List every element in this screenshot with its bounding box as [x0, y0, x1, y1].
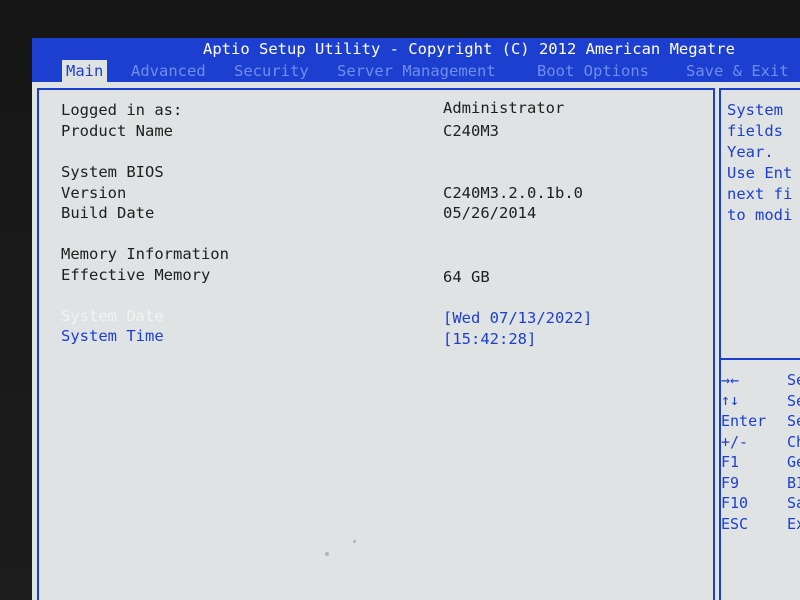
logged-in-label: Logged in as:: [61, 101, 183, 119]
key-enter: Enter: [721, 412, 767, 430]
key-f9: F9: [721, 474, 740, 492]
screen-smudge: [325, 552, 329, 556]
tab-advanced[interactable]: Advanced: [127, 60, 210, 82]
tab-save-exit[interactable]: Save & Exit: [682, 60, 793, 82]
version-value: C240M3.2.0.1b.0: [443, 184, 583, 202]
key-desc: Se: [787, 371, 800, 389]
tab-boot-options[interactable]: Boot Options: [533, 60, 653, 82]
key-f1: F1: [721, 453, 740, 471]
key-desc: Ge: [787, 453, 800, 471]
main-settings-panel: Logged in as: Administrator Product Name…: [37, 88, 715, 600]
effective-memory-label: Effective Memory: [61, 266, 211, 284]
arrow-left-right-icon: →←: [721, 371, 740, 389]
key-desc: Se: [787, 412, 800, 430]
help-line: next fi: [727, 185, 793, 203]
memory-information-heading: Memory Information: [61, 245, 229, 263]
version-label: Version: [61, 184, 127, 202]
help-line: Use Ent: [727, 164, 793, 182]
title-text: Aptio Setup Utility - Copyright (C) 2012…: [203, 40, 735, 58]
effective-memory-value: 64 GB: [443, 268, 490, 286]
system-date-label[interactable]: System Date: [61, 306, 164, 326]
help-panel: System fields Year. Use Ent next fi to m…: [719, 88, 800, 600]
help-line: Year.: [727, 143, 774, 161]
arrow-up-down-icon: ↑↓: [721, 391, 740, 409]
help-line: System: [727, 101, 783, 119]
product-name-label: Product Name: [61, 122, 173, 140]
screen-smudge: [353, 540, 356, 543]
key-desc: Se: [787, 392, 800, 410]
key-desc: Sa: [787, 494, 800, 512]
tab-server-management[interactable]: Server Management: [333, 60, 500, 82]
key-esc: ESC: [721, 515, 749, 533]
help-line: to modi: [727, 206, 793, 224]
bios-screen: Aptio Setup Utility - Copyright (C) 2012…: [32, 38, 800, 600]
system-time-field[interactable]: [15:42:28]: [443, 329, 536, 349]
build-date-value: 05/26/2014: [443, 204, 537, 222]
title-bar: Aptio Setup Utility - Copyright (C) 2012…: [32, 38, 800, 60]
help-line: fields: [727, 122, 783, 140]
key-f10: F10: [721, 494, 749, 512]
system-date-field[interactable]: [Wed 07/13/2022]: [443, 308, 592, 328]
help-divider: [721, 358, 800, 360]
key-desc: Ch: [787, 433, 800, 451]
tab-bar: Main Advanced Security Server Management…: [32, 60, 800, 82]
logged-in-value: Administrator: [443, 99, 565, 117]
system-bios-heading: System BIOS: [61, 163, 164, 181]
key-desc: BI: [787, 474, 800, 492]
tab-main[interactable]: Main: [62, 60, 108, 82]
tab-security[interactable]: Security: [230, 60, 313, 82]
key-plus-minus: +/-: [721, 433, 749, 451]
key-desc: Ex: [787, 515, 800, 533]
system-time-label[interactable]: System Time: [61, 326, 164, 346]
build-date-label: Build Date: [61, 204, 155, 222]
product-name-value: C240M3: [443, 122, 499, 140]
